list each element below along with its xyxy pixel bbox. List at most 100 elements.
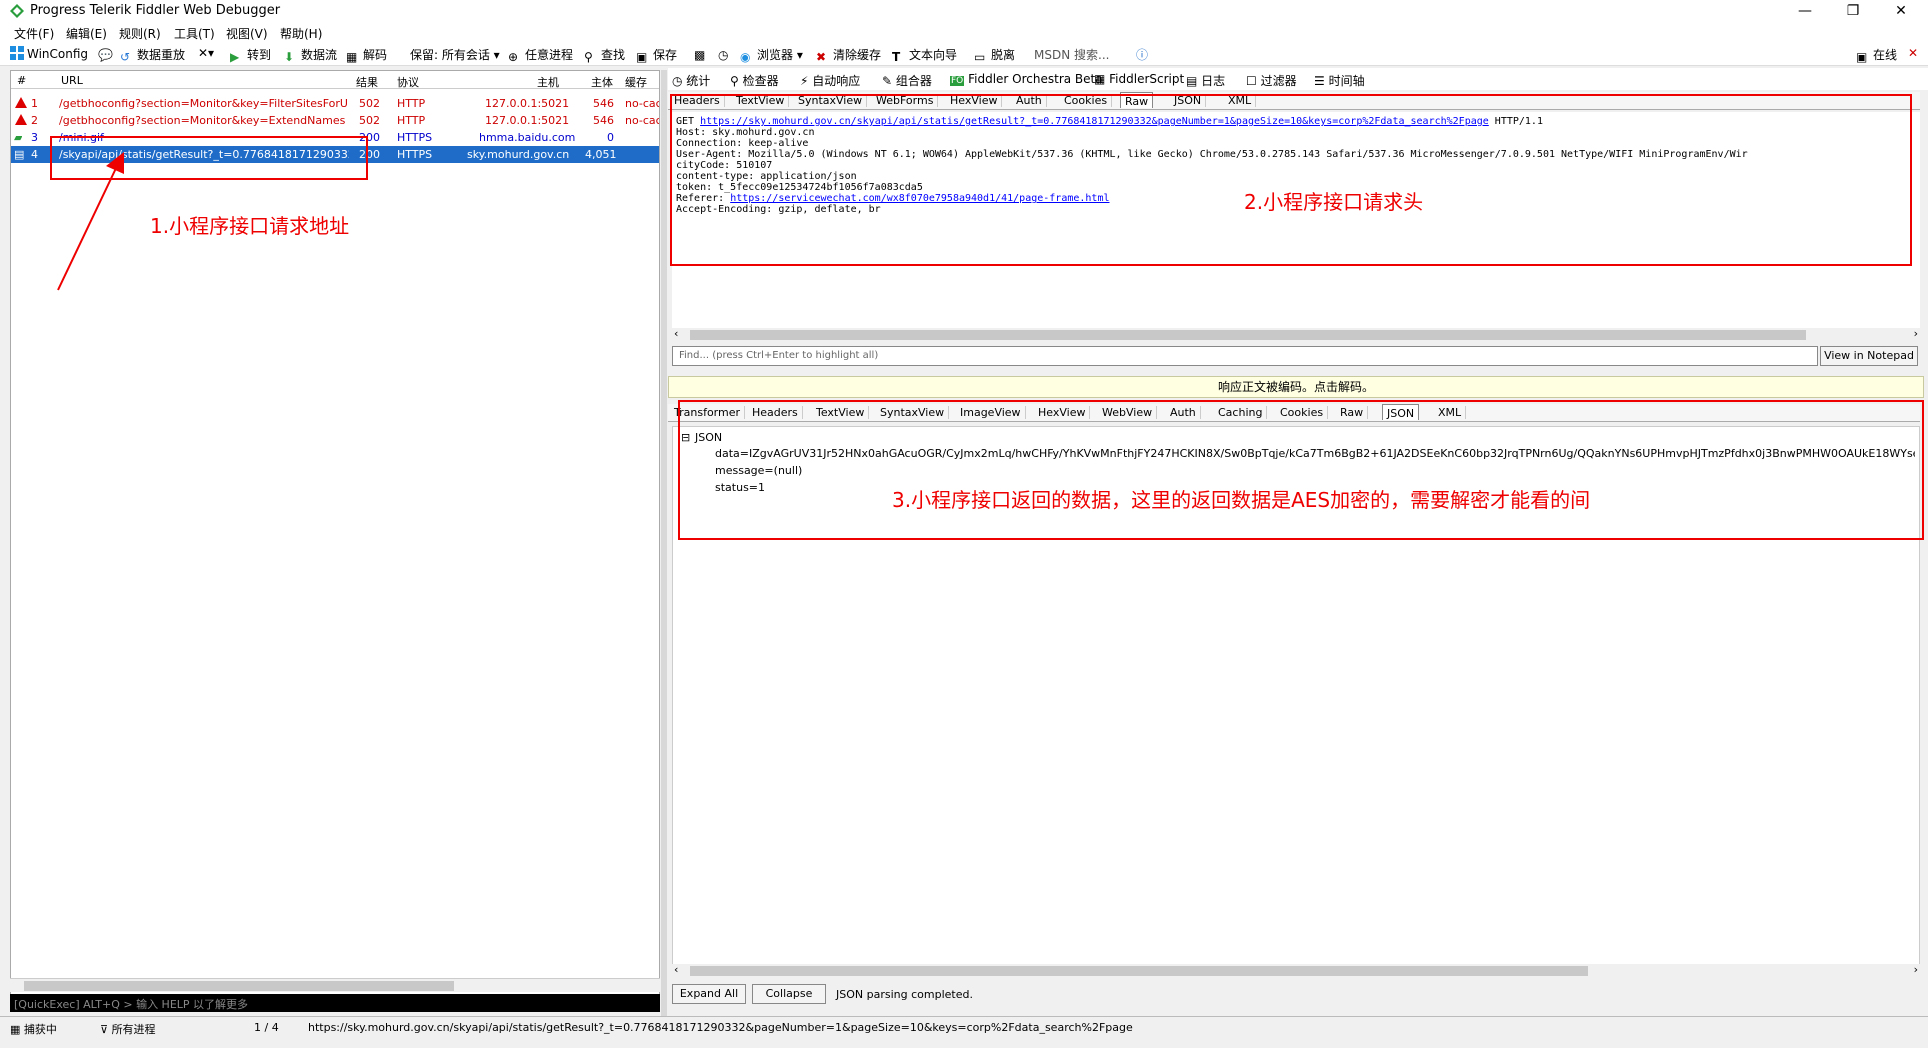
collapse-button[interactable]: Collapse (752, 984, 826, 1004)
tab-statistics[interactable]: ◷ 统计 (672, 72, 710, 89)
menu-view[interactable]: 视图(V) (226, 25, 268, 42)
tearoff-label: 脱离 (991, 48, 1016, 62)
restore-button[interactable]: ❐ (1830, 0, 1876, 22)
col-host[interactable]: 主机 (537, 74, 559, 90)
any-process-button[interactable]: ⊕ 任意进程 (508, 46, 573, 64)
timer-button[interactable]: ◷ (718, 46, 735, 62)
script-icon: ▤ (14, 148, 25, 161)
row-body: 0 (607, 131, 614, 144)
menu-file[interactable]: 文件(F) (14, 25, 54, 42)
decode-notice-bar[interactable]: 响应正文被编码。点击解码。 (668, 376, 1924, 398)
sessions-hscroll[interactable] (10, 978, 660, 992)
warning-icon (15, 114, 27, 125)
text-wizard-icon: T (892, 50, 901, 64)
session-row-2[interactable]: 2 /getbhoconfig?section=Monitor&key=Exte… (11, 112, 659, 129)
tab-timeline[interactable]: ☰ 时间轴 (1314, 72, 1365, 89)
response-hscroll[interactable]: ‹ › (672, 963, 1920, 978)
annotation-box-2 (670, 94, 1912, 266)
online-label: 在线 (1873, 48, 1898, 62)
keep-label: 保留: 所有会话 (410, 48, 490, 62)
close-window-button[interactable]: ✕ (1878, 0, 1924, 22)
text-wizard-label: 文本向导 (909, 48, 958, 62)
close-toolbar-icon[interactable]: ✕ (1908, 46, 1918, 60)
stream-label: 数据流 (301, 48, 338, 62)
scroll-right-icon[interactable]: › (1914, 963, 1918, 976)
save-label: 保存 (653, 48, 678, 62)
quickexec-input[interactable]: [QuickExec] ALT+Q > 输入 HELP 以了解更多 (10, 994, 660, 1012)
tab-fiddlerscript[interactable]: ▦ FiddlerScript (1094, 72, 1184, 86)
tab-label: 自动响应 (812, 74, 861, 88)
json-status-text: JSON parsing completed. (836, 988, 973, 1001)
find-input[interactable]: Find... (press Ctrl+Enter to highlight a… (672, 346, 1818, 366)
scroll-thumb[interactable] (690, 966, 1588, 976)
tab-orchestra[interactable]: FO Fiddler Orchestra Beta (950, 72, 1103, 86)
menu-rules[interactable]: 规则(R) (119, 25, 161, 42)
tearoff-button[interactable]: ▭ 脱离 (974, 46, 1015, 64)
col-url[interactable]: URL (61, 74, 83, 87)
comment-button[interactable]: 💬 (98, 46, 115, 62)
session-row-1[interactable]: 1 /getbhoconfig?section=Monitor&key=Filt… (11, 95, 659, 112)
menu-tools[interactable]: 工具(T) (174, 25, 215, 42)
online-button[interactable]: ▣ 在线 (1856, 46, 1897, 64)
help-icon[interactable]: ⓘ (1136, 46, 1148, 63)
scroll-left-icon[interactable]: ‹ (674, 327, 678, 340)
winconfig-button[interactable]: WinConfig (10, 46, 88, 61)
msdn-search-input[interactable]: MSDN 搜索... (1034, 46, 1109, 63)
find-label: 查找 (601, 48, 626, 62)
capturing-toggle[interactable]: ▦ 捕获中 (10, 1021, 57, 1037)
pane-splitter[interactable] (661, 70, 667, 1016)
minimize-button[interactable]: — (1782, 0, 1828, 22)
online-icon: ▣ (1856, 50, 1868, 64)
scroll-right-icon[interactable]: › (1914, 327, 1918, 340)
row-protocol: HTTPS (397, 148, 433, 161)
request-hscroll[interactable]: ‹ › (672, 327, 1920, 342)
col-result[interactable]: 结果 (356, 74, 378, 90)
decode-button[interactable]: ▦ 解码 (346, 46, 387, 64)
go-label: 转到 (247, 48, 272, 62)
view-in-notepad-button[interactable]: View in Notepad (1820, 346, 1918, 366)
timer-icon: ◷ (718, 48, 729, 62)
remove-button[interactable]: ✕▾ (198, 46, 214, 60)
col-body[interactable]: 主体 (591, 74, 613, 90)
expand-all-button[interactable]: Expand All (672, 984, 746, 1004)
clear-cache-button[interactable]: ✖ 清除缓存 (816, 46, 881, 64)
screenshot-button[interactable]: ▩ (694, 46, 711, 62)
go-button[interactable]: ▶ 转到 (230, 46, 271, 64)
col-num[interactable]: # (17, 74, 26, 87)
menu-help[interactable]: 帮助(H) (280, 25, 322, 42)
tab-composer[interactable]: ✎ 组合器 (882, 72, 932, 89)
stream-button[interactable]: ⬇ 数据流 (284, 46, 337, 64)
scroll-left-icon[interactable]: ‹ (674, 963, 678, 976)
scroll-thumb[interactable] (24, 981, 454, 991)
annotation-text-2: 2.小程序接口请求头 (1244, 190, 1424, 214)
status-bar: ▦ 捕获中 ⊽ 所有进程 1 / 4 https://sky.mohurd.go… (0, 1016, 1928, 1038)
browser-button[interactable]: ◉ 浏览器 ▾ (740, 46, 803, 64)
scroll-thumb[interactable] (690, 330, 1806, 340)
sessions-header: # URL 结果 协议 主机 主体 缓存 (11, 71, 659, 90)
browser-label: 浏览器 (757, 48, 794, 62)
text-wizard-button[interactable]: T 文本向导 (892, 46, 957, 64)
tab-log[interactable]: ▤ 日志 (1186, 72, 1225, 89)
replay-button[interactable]: ↺ 数据重放 (120, 46, 185, 64)
status-url: https://sky.mohurd.gov.cn/skyapi/api/sta… (308, 1021, 1133, 1034)
globe-icon: ◉ (740, 50, 751, 64)
replay-icon: ↺ (120, 50, 131, 64)
fiddler-logo-icon (10, 4, 24, 18)
tab-autoresponder[interactable]: ⚡ 自动响应 (800, 72, 860, 89)
process-filter[interactable]: ⊽ 所有进程 (100, 1021, 156, 1037)
save-button[interactable]: ▣ 保存 (636, 46, 677, 64)
tab-inspectors[interactable]: ⚲ 检查器 (730, 72, 779, 89)
row-num: 3 (31, 131, 38, 144)
tab-label: 时间轴 (1328, 74, 1365, 88)
session-count: 1 / 4 (254, 1021, 279, 1034)
row-result: 502 (359, 114, 380, 127)
tab-filters[interactable]: ☐ 过滤器 (1246, 72, 1297, 89)
col-cache[interactable]: 缓存 (625, 74, 647, 90)
find-button[interactable]: ⚲ 查找 (584, 46, 625, 64)
any-process-label: 任意进程 (525, 48, 574, 62)
col-protocol[interactable]: 协议 (397, 74, 419, 90)
menu-edit[interactable]: 编辑(E) (66, 25, 107, 42)
keep-sessions-dropdown[interactable]: 保留: 所有会话 ▾ (410, 46, 500, 63)
row-body: 4,051 (585, 148, 617, 161)
x-icon: ✕▾ (198, 46, 215, 60)
